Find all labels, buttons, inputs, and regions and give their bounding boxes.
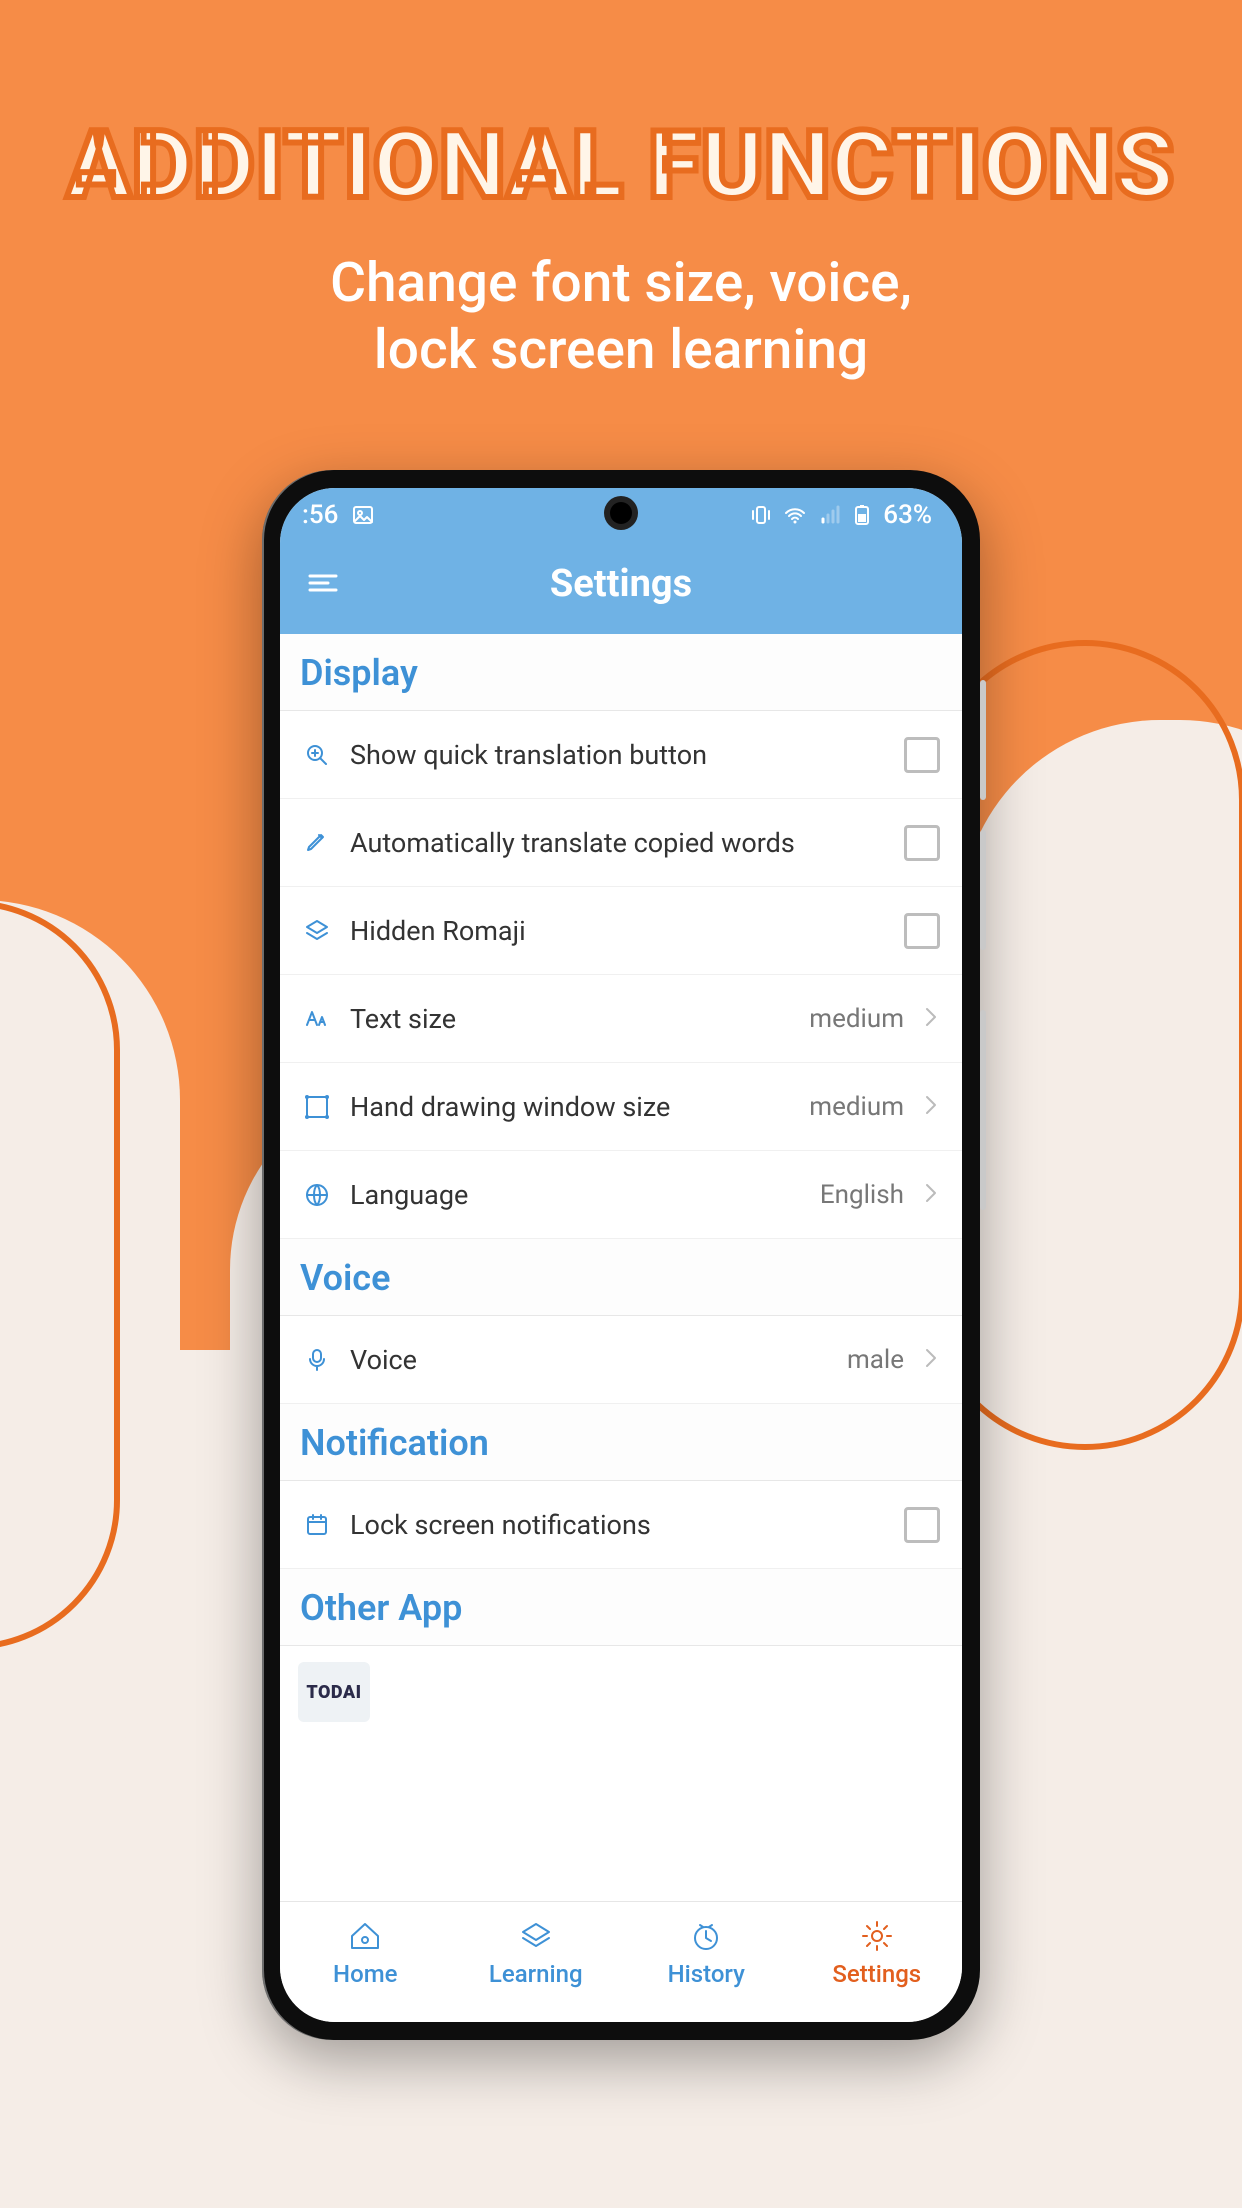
other-app-label: TODAI — [306, 1682, 361, 1703]
chevron-right-icon — [922, 1181, 940, 1209]
row-hand-drawing[interactable]: Hand drawing window size medium — [280, 1063, 962, 1151]
globe-icon — [302, 1182, 332, 1208]
battery-icon — [853, 504, 871, 526]
bottom-nav: Home Learning History Settings — [280, 1901, 962, 2022]
screen: :56 63% Settings Display — [280, 488, 962, 2022]
row-voice[interactable]: Voice male — [280, 1316, 962, 1404]
row-label: Lock screen notifications — [350, 1509, 886, 1541]
row-language[interactable]: Language English — [280, 1151, 962, 1239]
row-label: Voice — [350, 1344, 829, 1376]
section-voice: Voice — [280, 1239, 962, 1316]
row-lockscreen[interactable]: Lock screen notifications — [280, 1481, 962, 1569]
layers-icon — [302, 918, 332, 944]
pen-icon — [302, 830, 332, 856]
row-label: Hidden Romaji — [350, 915, 886, 947]
section-display: Display — [280, 634, 962, 711]
vibrate-icon — [751, 504, 771, 526]
section-other-app: Other App — [280, 1569, 962, 1646]
other-app-thumbnail[interactable]: TODAI — [298, 1662, 370, 1722]
row-value: medium — [809, 1004, 904, 1034]
mic-icon — [302, 1347, 332, 1373]
calendar-icon — [302, 1512, 332, 1538]
section-notification: Notification — [280, 1404, 962, 1481]
status-bar: :56 63% — [280, 488, 962, 536]
magnifier-icon — [302, 742, 332, 768]
checkbox[interactable] — [904, 825, 940, 861]
text-size-icon — [302, 1006, 332, 1032]
chevron-right-icon — [922, 1005, 940, 1033]
row-label: Automatically translate copied words — [350, 827, 886, 859]
tab-label: History — [668, 1960, 745, 1988]
picture-icon — [352, 504, 374, 526]
tab-learning[interactable]: Learning — [451, 1902, 622, 2022]
promo-title: ADDITIONAL FUNCTIONS — [0, 110, 1242, 220]
tab-history[interactable]: History — [621, 1902, 792, 2022]
promo-subtitle: Change font size, voice, lock screen lea… — [0, 250, 1242, 384]
row-label: Hand drawing window size — [350, 1091, 791, 1123]
row-label: Text size — [350, 1003, 791, 1035]
chevron-right-icon — [922, 1346, 940, 1374]
checkbox[interactable] — [904, 737, 940, 773]
settings-list[interactable]: Display Show quick translation button Au… — [280, 634, 962, 1901]
row-value: English — [820, 1180, 904, 1210]
tab-settings[interactable]: Settings — [792, 1902, 963, 2022]
wifi-icon — [783, 504, 807, 526]
row-label: Show quick translation button — [350, 739, 886, 771]
checkbox[interactable] — [904, 1507, 940, 1543]
menu-button[interactable] — [306, 570, 340, 600]
row-auto-translate[interactable]: Automatically translate copied words — [280, 799, 962, 887]
row-label: Language — [350, 1179, 802, 1211]
row-hidden-romaji[interactable]: Hidden Romaji — [280, 887, 962, 975]
status-battery: 63% — [883, 500, 932, 530]
page-title: Settings — [550, 562, 692, 606]
status-time: :56 — [302, 500, 338, 530]
tab-home[interactable]: Home — [280, 1902, 451, 2022]
tab-label: Settings — [832, 1960, 921, 1988]
row-value: male — [847, 1345, 904, 1375]
phone-mockup: :56 63% Settings Display — [262, 470, 980, 2040]
chevron-right-icon — [922, 1093, 940, 1121]
tab-label: Home — [333, 1960, 397, 1988]
resize-icon — [302, 1094, 332, 1120]
tab-label: Learning — [489, 1960, 583, 1988]
row-value: medium — [809, 1092, 904, 1122]
row-quick-translation[interactable]: Show quick translation button — [280, 711, 962, 799]
row-text-size[interactable]: Text size medium — [280, 975, 962, 1063]
checkbox[interactable] — [904, 913, 940, 949]
signal-icon — [819, 504, 841, 526]
